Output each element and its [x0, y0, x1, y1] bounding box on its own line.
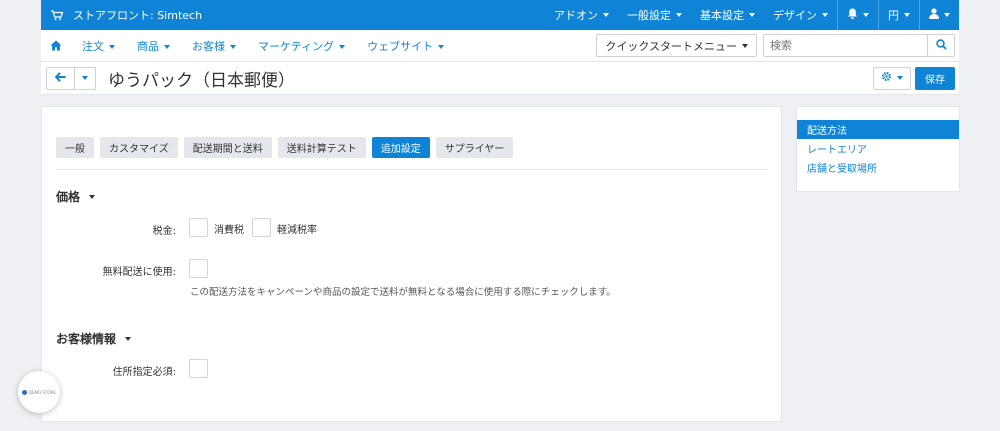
storefront-switcher[interactable]: ストアフロント: Simtech — [41, 7, 202, 23]
chevron-down-icon — [822, 13, 828, 17]
save-button[interactable]: 保存 — [915, 66, 955, 90]
menu-addons-label: アドオン — [554, 9, 598, 22]
menu-general-settings[interactable]: 一般設定 — [618, 0, 691, 30]
bell-icon — [847, 8, 858, 23]
menu-general-settings-label: 一般設定 — [627, 9, 671, 22]
consumption-tax-label: 消費税 — [214, 225, 244, 236]
nav-orders-label: 注文 — [82, 39, 104, 53]
divider — [56, 169, 768, 170]
nav-orders[interactable]: 注文 — [71, 38, 126, 54]
nav-products-label: 商品 — [137, 39, 159, 53]
chevron-down-icon — [603, 13, 609, 17]
menu-design-label: デザイン — [773, 9, 817, 22]
badge-text: DEMO STORE — [29, 389, 56, 395]
sidebar: 配送方法 レートエリア 店舗と受取場所 — [796, 106, 960, 192]
demo-store-badge[interactable]: DEMO STORE — [18, 371, 60, 413]
cart-icon — [51, 9, 65, 21]
tab-supplier[interactable]: サプライヤー — [435, 137, 514, 158]
chevron-down-icon — [125, 336, 132, 341]
nav-website-label: ウェブサイト — [367, 39, 434, 53]
address-required-label: 住所指定必須: — [112, 367, 176, 378]
currency-selector[interactable]: 円 — [879, 0, 919, 30]
sidebar-item-rate-areas[interactable]: レートエリア — [797, 139, 959, 158]
user-menu[interactable] — [920, 0, 959, 30]
search-button[interactable] — [928, 34, 955, 57]
free-shipping-label: 無料配送に使用: — [102, 267, 176, 278]
reduced-tax-label: 軽減税率 — [277, 225, 317, 236]
tax-label: 税金: — [152, 226, 176, 237]
currency-label: 円 — [888, 9, 899, 22]
chevron-down-icon — [742, 43, 748, 48]
tab-delivery-time[interactable]: 配送期間と送料 — [183, 137, 272, 158]
tab-bar: 一般 カスタマイズ 配送期間と送料 送料計算テスト 追加設定 サプライヤー — [56, 137, 519, 158]
address-required-checkbox[interactable] — [189, 359, 208, 378]
chevron-down-icon — [164, 44, 170, 49]
nav-customers[interactable]: お客様 — [181, 38, 247, 54]
chevron-down-icon — [438, 44, 445, 49]
storefront-label: ストアフロント: Simtech — [73, 9, 203, 22]
sidebar-item-stores-pickup[interactable]: 店舗と受取場所 — [797, 158, 959, 177]
section-price-heading: 価格 — [56, 190, 81, 204]
notifications-button[interactable] — [838, 0, 878, 30]
chevron-down-icon — [904, 13, 910, 17]
settings-dropdown-button[interactable] — [873, 66, 911, 90]
chevron-down-icon — [863, 13, 869, 17]
back-history-dropdown[interactable] — [75, 66, 96, 90]
arrow-left-icon — [54, 71, 66, 85]
content-panel: 一般 カスタマイズ 配送期間と送料 送料計算テスト 追加設定 サプライヤー 価格… — [41, 106, 782, 422]
nav-website[interactable]: ウェブサイト — [356, 38, 455, 54]
menu-basic-settings-label: 基本設定 — [700, 9, 744, 22]
section-customer-heading: お客様情報 — [56, 332, 117, 346]
nav-customers-label: お客様 — [192, 39, 225, 53]
free-shipping-checkbox[interactable] — [189, 259, 208, 278]
chevron-down-icon — [82, 76, 88, 80]
consumption-tax-checkbox[interactable] — [189, 218, 208, 237]
tab-general[interactable]: 一般 — [56, 137, 94, 158]
reduced-tax-checkbox[interactable] — [252, 218, 271, 237]
nav-marketing-label: マーケティング — [258, 39, 335, 53]
top-bar: ストアフロント: Simtech アドオン 一般設定 基本設定 デザイン 円 — [41, 0, 959, 30]
back-button[interactable] — [46, 66, 75, 90]
nav-marketing[interactable]: マーケティング — [247, 38, 356, 54]
tab-additional-settings[interactable]: 追加設定 — [371, 137, 430, 158]
chevron-down-icon — [944, 13, 950, 17]
chevron-down-icon — [230, 44, 236, 49]
search-icon — [935, 38, 947, 53]
home-icon[interactable] — [41, 40, 71, 51]
chevron-down-icon — [89, 194, 96, 199]
sidebar-item-shipping-methods[interactable]: 配送方法 — [797, 120, 959, 139]
chevron-down-icon — [339, 44, 346, 49]
section-customer-toggle[interactable]: お客様情報 — [56, 330, 132, 347]
chevron-down-icon — [109, 44, 115, 49]
search-input[interactable] — [763, 34, 928, 57]
gear-icon — [881, 71, 892, 85]
chevron-down-icon — [676, 13, 682, 17]
menu-addons[interactable]: アドオン — [545, 0, 618, 30]
chevron-down-icon — [897, 76, 903, 80]
logo-icon — [22, 389, 28, 395]
tab-customize[interactable]: カスタマイズ — [100, 137, 178, 158]
user-icon — [929, 8, 939, 22]
free-shipping-help: この配送方法をキャンペーンや商品の設定で送料が無料となる場合に使用する際にチェッ… — [190, 287, 616, 298]
menu-basic-settings[interactable]: 基本設定 — [691, 0, 764, 30]
menu-design[interactable]: デザイン — [764, 0, 837, 30]
title-bar: ゆうパック（日本郵便） 保存 — [41, 62, 959, 95]
chevron-down-icon — [749, 13, 755, 17]
section-price-toggle[interactable]: 価格 — [56, 188, 96, 205]
tab-rate-test[interactable]: 送料計算テスト — [277, 137, 366, 158]
quickstart-menu-button[interactable]: クイックスタートメニュー — [596, 34, 757, 57]
nav-products[interactable]: 商品 — [126, 38, 181, 54]
main-nav: 注文 商品 お客様 マーケティング ウェブサイト クイックスタートメニュー — [41, 30, 959, 62]
page-title: ゆうパック（日本郵便） — [108, 70, 295, 91]
quickstart-label: クイックスタートメニュー — [605, 39, 737, 53]
